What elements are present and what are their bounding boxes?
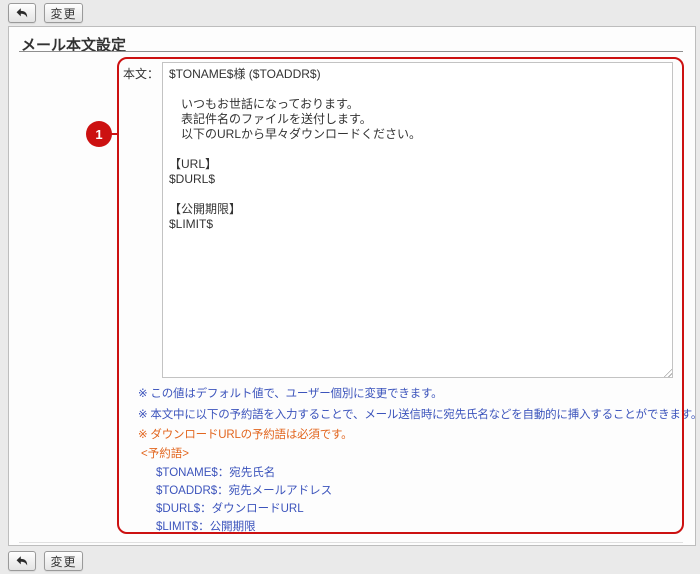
back-button[interactable]	[8, 3, 36, 23]
reserved-word-toname: $TONAME$：宛先氏名	[156, 467, 276, 479]
bottom-divider	[19, 542, 683, 543]
bottom-toolbar: 変更	[0, 548, 700, 574]
note-reserved-words-usage: ※ 本文中に以下の予約語を入力することで、メール送信時に宛先氏名などを自動的に挿…	[138, 409, 700, 421]
change-button-bottom[interactable]: 変更	[44, 551, 83, 571]
back-arrow-icon	[15, 6, 29, 20]
reserved-word-toaddr: $TOADDR$：宛先メールアドレス	[156, 485, 333, 497]
back-button-bottom[interactable]	[8, 551, 36, 571]
reserved-word-limit: $LIMIT$：公開期限	[156, 521, 256, 533]
body-label: 本文：	[123, 67, 160, 81]
reserved-word-durl: $DURL$：ダウンロードURL	[156, 503, 304, 515]
title-divider	[19, 51, 683, 52]
reserved-words-header: <予約語>	[141, 448, 189, 460]
top-toolbar: 変更	[0, 0, 700, 26]
change-button-top[interactable]: 変更	[44, 3, 83, 23]
annotation-marker-1: 1	[86, 121, 112, 147]
back-arrow-icon	[15, 554, 29, 568]
mail-body-textarea[interactable]: $TONAME$様 ($TOADDR$) いつもお世話になっております。 表記件…	[162, 62, 673, 378]
note-durl-required: ※ ダウンロードURLの予約語は必須です。	[138, 429, 353, 441]
note-default-value: ※ この値はデフォルト値で、ユーザー個別に変更できます。	[138, 388, 443, 400]
